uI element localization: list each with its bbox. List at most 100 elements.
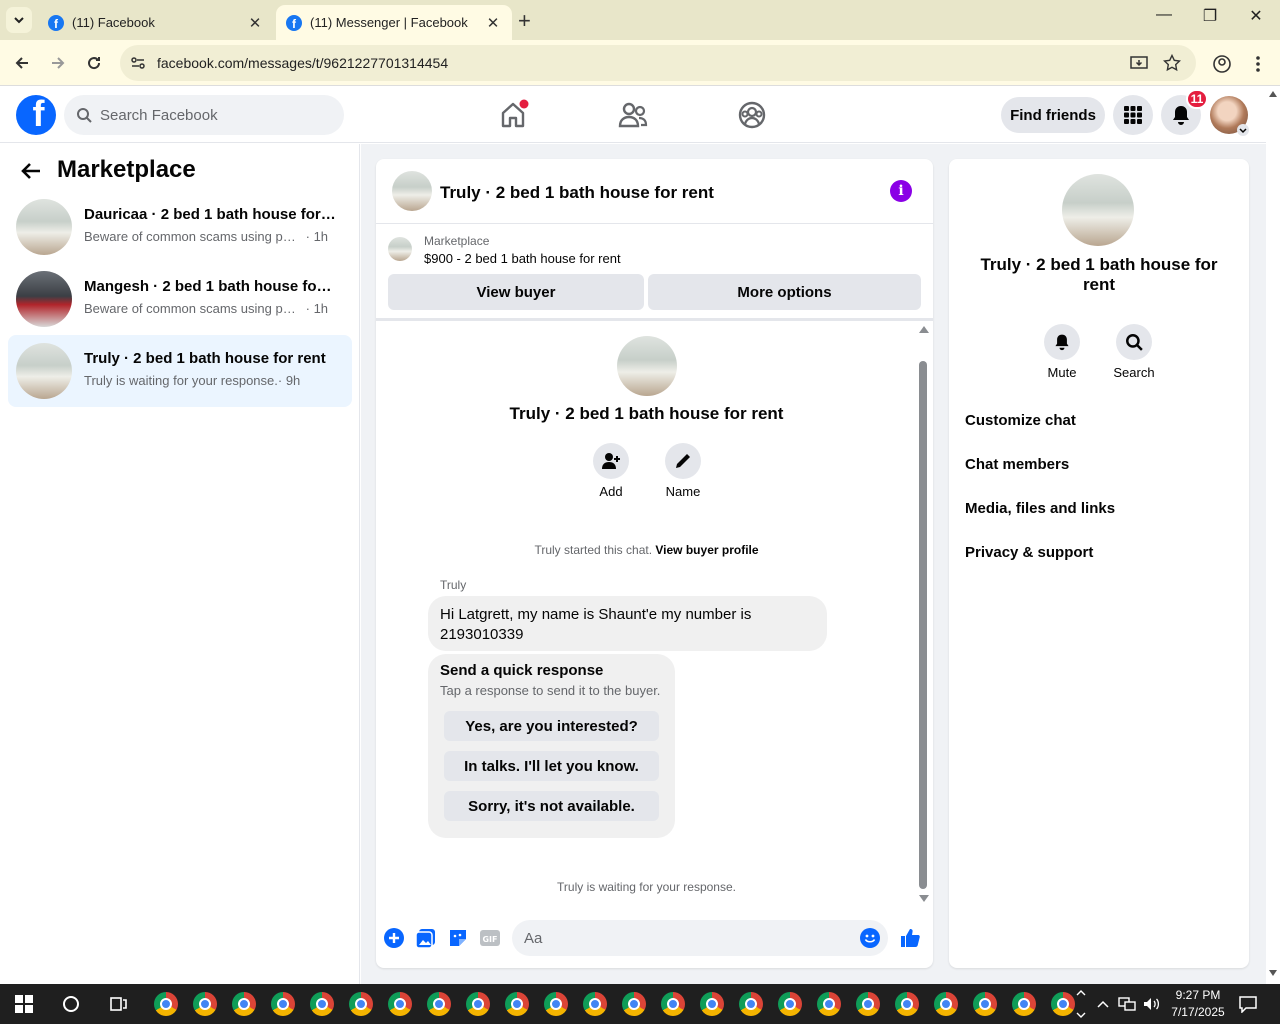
facebook-favicon-icon: f — [286, 14, 302, 31]
chrome-taskbar-icon[interactable] — [544, 992, 568, 1016]
tab-facebook[interactable]: f (11) Facebook ✕ — [38, 5, 274, 40]
forward-button[interactable] — [44, 49, 72, 77]
chrome-taskbar-icon[interactable] — [661, 992, 685, 1016]
scroll-down-icon[interactable] — [919, 895, 929, 902]
chrome-taskbar-icon[interactable] — [193, 992, 217, 1016]
tab-search-dropdown[interactable] — [6, 7, 32, 33]
tab-title: (11) Facebook — [72, 15, 155, 30]
chat-avatar[interactable] — [392, 171, 432, 211]
chrome-taskbar-icon[interactable] — [817, 992, 841, 1016]
chat-title[interactable]: Truly · 2 bed 1 bath house for rent — [440, 183, 714, 203]
chevron-down-icon[interactable] — [1237, 124, 1249, 136]
chrome-taskbar-icon[interactable] — [154, 992, 178, 1016]
search-input[interactable] — [100, 95, 330, 135]
notification-center-icon[interactable] — [1238, 995, 1258, 1013]
chrome-taskbar-icon[interactable] — [739, 992, 763, 1016]
plus-circle-icon[interactable] — [383, 927, 405, 949]
conversation-item[interactable]: Dauricaa · 2 bed 1 bath house for rent B… — [8, 191, 352, 263]
privacy-support-item[interactable]: Privacy & support — [965, 544, 1093, 561]
chevron-up-icon[interactable] — [1096, 997, 1110, 1011]
search-circle-icon[interactable] — [62, 995, 80, 1013]
close-icon[interactable]: ✕ — [484, 14, 502, 32]
reload-button[interactable] — [80, 49, 108, 77]
task-view-icon[interactable] — [110, 995, 128, 1013]
quick-reply-button[interactable]: Yes, are you interested? — [444, 711, 659, 741]
taskbar-scroll-icon[interactable] — [1076, 988, 1086, 1020]
minimize-button[interactable]: — — [1141, 6, 1187, 24]
scroll-up-icon[interactable] — [919, 326, 929, 333]
scroll-down-icon[interactable] — [1269, 970, 1277, 976]
message-bubble[interactable]: Hi Latgrett, my name is Shaunt'e my numb… — [428, 596, 827, 651]
search-in-chat-button[interactable] — [1116, 324, 1152, 360]
media-files-links-item[interactable]: Media, files and links — [965, 500, 1115, 517]
close-window-button[interactable]: ✕ — [1233, 6, 1279, 26]
sticker-icon[interactable] — [447, 927, 469, 949]
view-buyer-button[interactable]: View buyer — [388, 274, 644, 310]
message-input-wrapper[interactable] — [512, 920, 888, 956]
photo-icon[interactable] — [415, 927, 437, 949]
site-info-icon[interactable] — [130, 55, 146, 71]
listing-price-title[interactable]: $900 - 2 bed 1 bath house for rent — [424, 251, 621, 266]
chrome-taskbar-icon[interactable] — [349, 992, 373, 1016]
close-icon[interactable]: ✕ — [246, 14, 264, 32]
chrome-taskbar-icon[interactable] — [466, 992, 490, 1016]
profile-icon[interactable] — [1212, 54, 1232, 74]
name-chat-button[interactable] — [665, 443, 701, 479]
groups-icon[interactable] — [736, 99, 768, 131]
chrome-taskbar-icon[interactable] — [700, 992, 724, 1016]
chrome-taskbar-icon[interactable] — [1051, 992, 1075, 1016]
friends-icon[interactable] — [617, 99, 649, 131]
restore-button[interactable]: ❐ — [1187, 6, 1233, 26]
chrome-taskbar-icon[interactable] — [934, 992, 958, 1016]
chrome-taskbar-icon[interactable] — [1012, 992, 1036, 1016]
quick-reply-button[interactable]: In talks. I'll let you know. — [444, 751, 659, 781]
quick-reply-button[interactable]: Sorry, it's not available. — [444, 791, 659, 821]
facebook-search[interactable] — [64, 95, 344, 135]
browser-tabstrip: f (11) Facebook ✕ f (11) Messenger | Fac… — [0, 0, 1280, 40]
install-app-icon[interactable] — [1130, 54, 1148, 72]
new-tab-button[interactable]: + — [518, 8, 531, 34]
chrome-taskbar-icon[interactable] — [973, 992, 997, 1016]
view-buyer-profile-link[interactable]: View buyer profile — [655, 543, 758, 557]
kebab-menu-icon[interactable] — [1254, 54, 1262, 74]
menu-button[interactable] — [1113, 95, 1153, 135]
chrome-taskbar-icon[interactable] — [583, 992, 607, 1016]
chat-scrollbar-thumb[interactable] — [919, 361, 927, 889]
conversation-item[interactable]: Mangesh · 2 bed 1 bath house for rent Be… — [8, 263, 352, 335]
home-icon[interactable] — [497, 99, 529, 131]
chrome-taskbar-icon[interactable] — [505, 992, 529, 1016]
windows-start-icon[interactable] — [15, 995, 33, 1013]
bookmark-star-icon[interactable] — [1163, 54, 1181, 72]
chrome-taskbar-icon[interactable] — [856, 992, 880, 1016]
chrome-taskbar-icon[interactable] — [232, 992, 256, 1016]
more-options-button[interactable]: More options — [648, 274, 921, 310]
back-arrow-icon[interactable] — [21, 162, 41, 180]
facebook-logo[interactable]: f — [16, 95, 56, 135]
volume-icon[interactable] — [1142, 996, 1160, 1012]
page-scrollbar[interactable] — [1266, 87, 1280, 984]
info-icon[interactable]: i — [890, 180, 912, 202]
chrome-taskbar-icon[interactable] — [895, 992, 919, 1016]
network-icon[interactable] — [1118, 996, 1136, 1012]
chrome-taskbar-icon[interactable] — [427, 992, 451, 1016]
system-clock[interactable]: 9:27 PM 7/17/2025 — [1160, 987, 1236, 1021]
find-friends-button[interactable]: Find friends — [1001, 97, 1105, 133]
scroll-up-icon[interactable] — [1269, 91, 1277, 97]
add-people-button[interactable] — [593, 443, 629, 479]
chrome-taskbar-icon[interactable] — [388, 992, 412, 1016]
chrome-taskbar-icon[interactable] — [622, 992, 646, 1016]
tab-messenger[interactable]: f (11) Messenger | Facebook ✕ — [276, 5, 512, 40]
chat-members-item[interactable]: Chat members — [965, 456, 1069, 473]
emoji-icon[interactable] — [860, 928, 880, 948]
chrome-taskbar-icon[interactable] — [271, 992, 295, 1016]
message-input[interactable] — [524, 920, 844, 956]
back-button[interactable] — [8, 49, 36, 77]
conversation-item-selected[interactable]: Truly · 2 bed 1 bath house for rent Trul… — [8, 335, 352, 407]
chrome-taskbar-icon[interactable] — [778, 992, 802, 1016]
address-bar[interactable]: facebook.com/messages/t/9621227701314454 — [120, 45, 1196, 81]
gif-icon[interactable]: GIF — [479, 927, 501, 949]
like-thumb-icon[interactable] — [899, 927, 921, 949]
chrome-taskbar-icon[interactable] — [310, 992, 334, 1016]
customize-chat-item[interactable]: Customize chat — [965, 412, 1076, 429]
mute-button[interactable] — [1044, 324, 1080, 360]
